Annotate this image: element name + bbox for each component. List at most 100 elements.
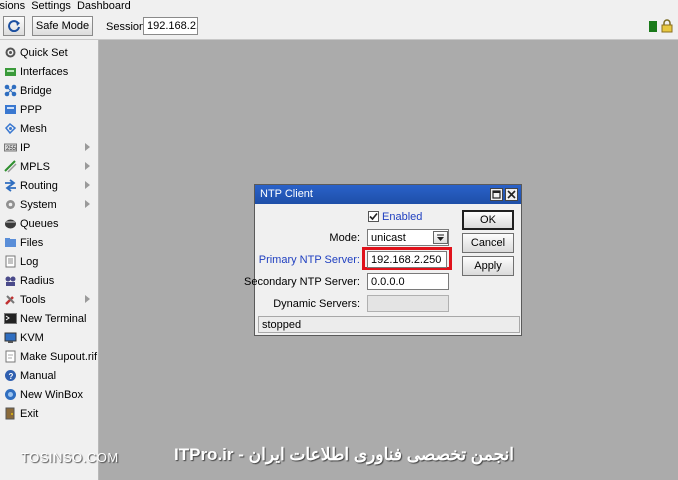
sidebar-item-system[interactable]: System [0,195,98,214]
sidebar-item-label: IP [20,141,31,154]
close-icon [507,190,516,199]
session-field[interactable]: 192.168.2.1 [143,17,198,35]
enabled-checkbox[interactable] [368,211,379,222]
system-icon [4,198,17,211]
sidebar-item-label: Routing [20,179,58,192]
sidebar-item-ppp[interactable]: PPP [0,100,98,119]
mode-value: unicast [371,232,406,244]
menu-sessions[interactable]: ssions [0,0,31,13]
sidebar-item-label: Queues [20,217,59,230]
session-label: Session: [106,21,149,33]
supout-icon [4,350,17,363]
sidebar-item-mpls[interactable]: MPLS [0,157,98,176]
mesh-icon [4,122,17,135]
sidebar-item-new-terminal[interactable]: New Terminal [0,309,98,328]
cancel-button[interactable]: Cancel [462,233,514,253]
sidebar-item-label: Quick Set [20,46,68,59]
winbox-icon [4,388,17,401]
close-button[interactable] [505,188,518,201]
apply-button[interactable]: Apply [462,256,514,276]
sidebar-item-label: KVM [20,331,44,344]
toolbar: Safe Mode Session: 192.168.2.1 [0,13,678,40]
dropdown-arrow-icon [437,234,444,241]
sidebar-item-bridge[interactable]: Bridge [0,81,98,100]
sidebar-item-files[interactable]: Files [0,233,98,252]
watermark-main: ITPro.ir - انجمن تخصصی فناوری اطلاعات ای… [174,445,515,464]
refresh-button[interactable] [3,16,25,36]
secondary-ntp-label: Secondary NTP Server: [244,276,360,288]
watermark-left: TOSINSO.COM [21,450,119,465]
sidebar-item-label: MPLS [20,160,50,173]
maximize-button[interactable] [490,188,503,201]
svg-text:?: ? [9,372,14,381]
menu-dashboard[interactable]: Dashboard [77,0,137,13]
secondary-ntp-input[interactable]: 0.0.0.0 [367,273,449,290]
sidebar-item-label: Radius [20,274,55,287]
sidebar-item-label: New WinBox [20,388,83,401]
sidebar-item-make-supout[interactable]: Make Supout.rif [0,347,98,366]
quick-set-icon [4,46,17,59]
sidebar-item-queues[interactable]: Queues [0,214,98,233]
sidebar-item-quick-set[interactable]: Quick Set [0,43,98,62]
ip-icon: 255 [4,141,17,154]
log-icon [4,255,17,268]
tools-icon [4,293,17,306]
sidebar-item-radius[interactable]: Radius [0,271,98,290]
queues-icon [4,217,17,230]
primary-ntp-input[interactable]: 192.168.2.250 [367,251,447,268]
lock-icon [661,19,673,33]
sidebar-item-label: New Terminal [20,312,87,325]
sidebar-item-ip[interactable]: 255 IP [0,138,98,157]
dynamic-servers-label: Dynamic Servers: [273,298,360,310]
checkmark-icon [369,212,378,221]
bridge-icon [4,84,17,97]
interfaces-icon [4,65,17,78]
ntp-client-dialog: NTP Client Enabled Mode: unicast Primary… [244,184,522,336]
exit-icon [4,407,17,420]
enabled-label: Enabled [382,211,423,223]
menu-settings[interactable]: Settings [31,0,77,13]
submenu-arrow-icon [85,295,90,303]
ppp-icon [4,103,17,116]
dialog-status-bar: stopped [258,316,520,333]
submenu-arrow-icon [85,162,90,170]
maximize-icon [492,190,501,199]
sidebar-item-new-winbox[interactable]: New WinBox [0,385,98,404]
sidebar-item-kvm[interactable]: KVM [0,328,98,347]
primary-ntp-label: Primary NTP Server: [258,254,360,266]
sidebar-item-mesh[interactable]: Mesh [0,119,98,138]
dynamic-servers-field [367,295,449,312]
sidebar-item-exit[interactable]: Exit [0,404,98,423]
sidebar-item-manual[interactable]: ? Manual [0,366,98,385]
files-icon [4,236,17,249]
sidebar-item-label: Tools [20,293,46,306]
sidebar-item-label: Log [20,255,39,268]
manual-icon: ? [4,369,17,382]
terminal-icon [4,312,17,325]
mode-dropdown-button[interactable] [433,231,448,244]
routing-icon [4,179,17,192]
mpls-icon [4,160,17,173]
sidebar-item-label: Mesh [20,122,47,135]
sidebar-item-interfaces[interactable]: Interfaces [0,62,98,81]
sidebar-item-log[interactable]: Log [0,252,98,271]
sidebar: Quick Set Interfaces Bridge PPP Mesh 255… [0,40,99,480]
refresh-icon [8,20,20,32]
sidebar-item-label: Make Supout.rif [20,350,98,363]
sidebar-item-label: Files [20,236,44,249]
submenu-arrow-icon [85,181,90,189]
sidebar-item-routing[interactable]: Routing [0,176,98,195]
status-indicator [649,21,657,32]
menubar: ssions Settings Dashboard [0,0,678,13]
dialog-title: NTP Client [255,185,521,204]
mode-label: Mode: [329,232,360,244]
sidebar-item-label: Bridge [20,84,52,97]
submenu-arrow-icon [85,200,90,208]
safe-mode-button[interactable]: Safe Mode [32,16,93,36]
sidebar-item-tools[interactable]: Tools [0,290,98,309]
sidebar-item-label: PPP [20,103,43,116]
sidebar-item-label: Manual [20,369,57,382]
ok-button[interactable]: OK [462,210,514,230]
radius-icon [4,274,17,287]
submenu-arrow-icon [85,143,90,151]
